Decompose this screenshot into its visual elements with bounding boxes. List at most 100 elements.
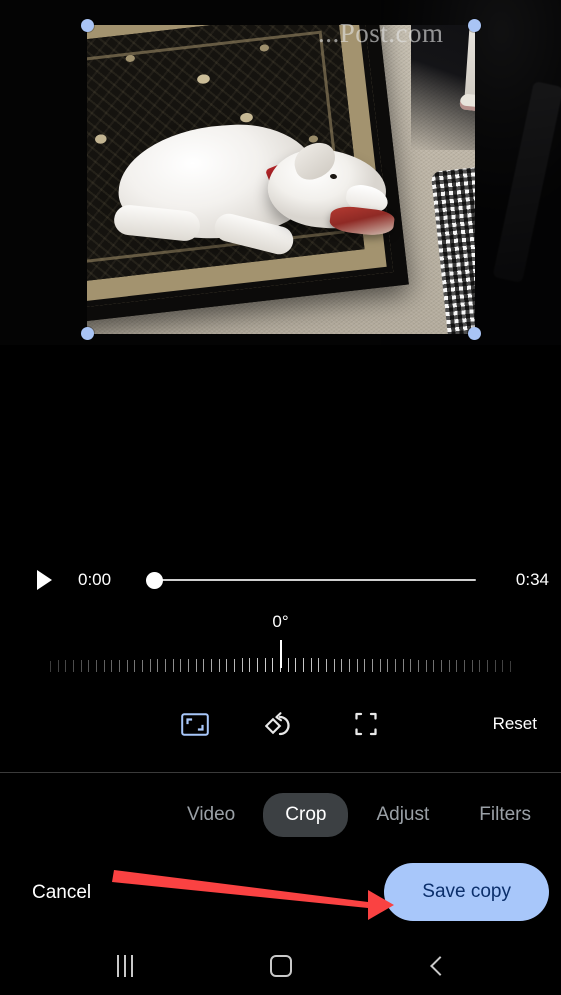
rotation-tick (494, 660, 496, 672)
editor-tabs: Video Crop Adjust Filters (0, 788, 561, 842)
rotation-tick (80, 660, 82, 672)
save-copy-button[interactable]: Save copy (384, 863, 549, 921)
rotation-tick (333, 658, 335, 672)
rotation-tick (126, 659, 128, 672)
rotation-tick (172, 659, 174, 672)
rotation-tick (287, 658, 289, 672)
rotation-tick (356, 658, 358, 672)
rotation-tick (410, 659, 412, 672)
rotation-tick (50, 660, 51, 672)
nav-recents-button[interactable] (90, 944, 160, 988)
playback-thumb[interactable] (146, 572, 163, 589)
rotation-tick (65, 660, 67, 672)
rotation-tick (264, 658, 266, 672)
rotation-tick (502, 660, 504, 672)
play-icon (36, 570, 52, 590)
rotation-tick (257, 658, 258, 672)
video-frame (87, 25, 475, 334)
rotation-tick (134, 659, 136, 672)
rotation-tick (119, 659, 120, 672)
rotation-tick (149, 659, 151, 672)
rotation-tick (195, 658, 197, 672)
tab-filters[interactable]: Filters (457, 793, 553, 837)
rotation-tick (379, 659, 381, 672)
tab-crop[interactable]: Crop (263, 793, 349, 837)
rotation-tick (341, 658, 343, 672)
rotation-tick (241, 658, 243, 672)
recents-icon (117, 955, 133, 977)
rotation-tick (88, 660, 90, 672)
rotation-tick (479, 660, 481, 672)
rotation-tick (441, 659, 442, 672)
rotation-tick (310, 658, 312, 672)
rotation-tick (464, 660, 465, 672)
rotation-tick (57, 660, 59, 672)
dog-subject (112, 108, 396, 258)
rotation-tick (157, 659, 159, 672)
rotation-tick (372, 659, 373, 672)
back-icon (430, 956, 450, 976)
rotation-tick (73, 660, 74, 672)
rotation-tick (433, 659, 435, 672)
rotation-tick (234, 658, 235, 672)
rotation-tick (303, 658, 304, 672)
rotation-tick (211, 658, 212, 672)
play-button[interactable] (30, 566, 58, 594)
section-divider (0, 772, 561, 773)
tab-adjust[interactable]: Adjust (354, 793, 451, 837)
transform-button[interactable] (344, 704, 388, 744)
preview-stage[interactable]: ...Post.com (0, 0, 561, 500)
aspect-ratio-icon (181, 712, 209, 736)
playback-slider[interactable] (146, 566, 486, 594)
rotate-left-icon (265, 712, 290, 736)
crop-region[interactable] (87, 25, 475, 334)
rotation-tick (471, 660, 473, 672)
rotation-tick (142, 659, 143, 672)
rotate-button[interactable] (258, 704, 302, 744)
rotation-tick (456, 659, 458, 672)
rotation-tick (111, 659, 113, 672)
transform-icon (355, 712, 377, 736)
rotation-value-label: 0° (272, 612, 289, 631)
rotation-tick (272, 658, 274, 672)
total-time-label: 0:34 (515, 570, 549, 589)
rotation-tick (180, 659, 182, 672)
nav-home-button[interactable] (246, 944, 316, 988)
media-preview[interactable]: ...Post.com (0, 0, 561, 345)
playback-track (156, 579, 476, 581)
crop-tool-row: Reset (0, 696, 561, 752)
rotation-tick (226, 658, 228, 672)
rotation-tick (218, 658, 220, 672)
rotation-tick (510, 660, 511, 672)
action-bar: Cancel Save copy (0, 858, 561, 926)
rotation-tick (103, 659, 105, 672)
tab-video[interactable]: Video (165, 793, 257, 837)
rotation-tick (188, 659, 189, 672)
android-nav-bar (0, 938, 561, 995)
home-icon (270, 955, 292, 977)
rotation-tick (448, 659, 450, 672)
rotation-tick (203, 658, 205, 672)
rotation-tick (96, 660, 97, 672)
rotation-tick (295, 658, 297, 672)
rotation-tick (318, 658, 320, 672)
reset-button[interactable]: Reset (483, 706, 547, 742)
rotation-tick (364, 658, 366, 672)
rotation-center-indicator (280, 640, 282, 668)
video-editor-screen: ...Post.com 0:00 0:34 0° Reset Video Cro… (0, 0, 561, 995)
rotation-tick (395, 659, 396, 672)
rotation-tick (425, 659, 427, 672)
cancel-button[interactable]: Cancel (22, 874, 101, 912)
rotation-dial[interactable]: 0° (0, 612, 561, 680)
rotation-tick (165, 659, 166, 672)
watermark-text: ...Post.com (318, 18, 444, 48)
rotation-tick (249, 658, 251, 672)
rotation-tick (387, 659, 389, 672)
nav-back-button[interactable] (405, 944, 475, 988)
rotation-tick (402, 659, 404, 672)
rotation-tick (326, 658, 327, 672)
rotation-tick (418, 659, 419, 672)
aspect-ratio-button[interactable] (173, 704, 217, 744)
playback-controls: 0:00 0:34 (0, 558, 561, 602)
current-time-label: 0:00 (78, 570, 112, 589)
